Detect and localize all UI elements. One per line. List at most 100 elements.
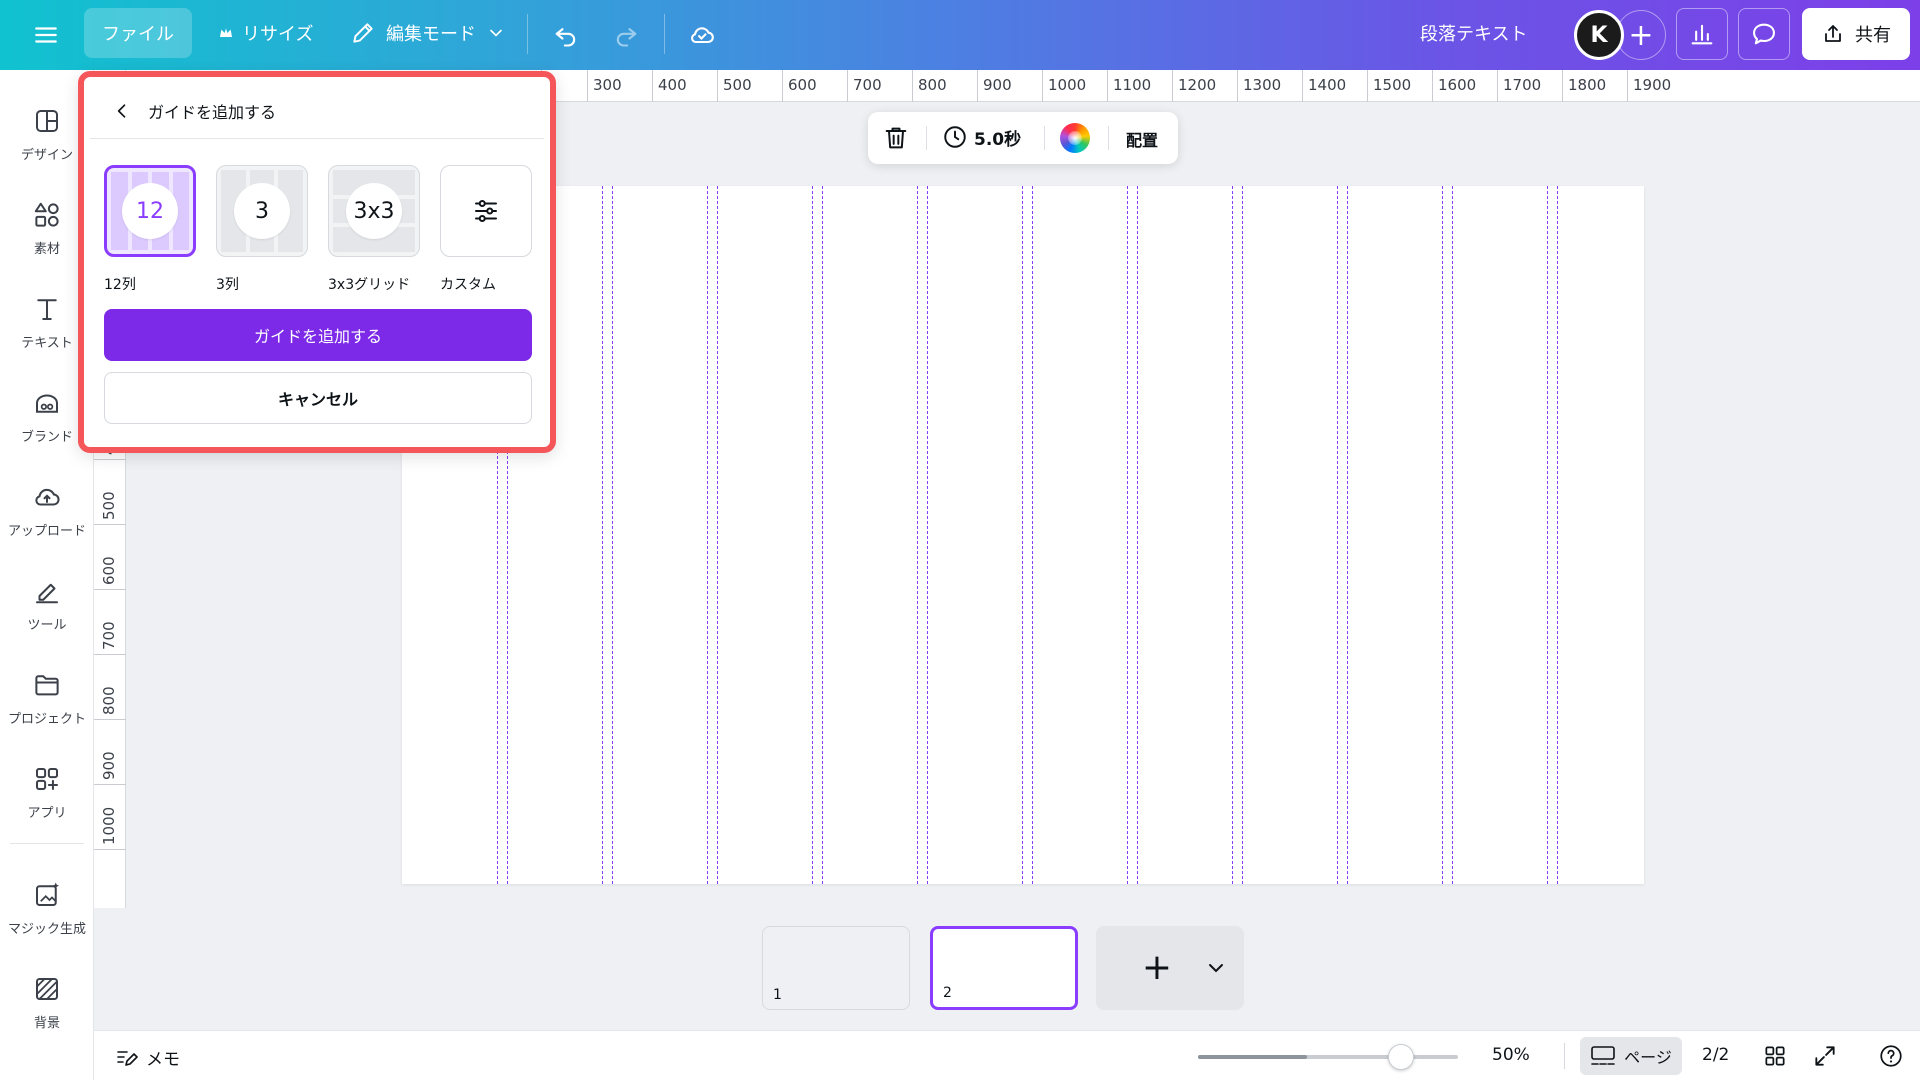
chevron-down-icon[interactable] [1204,956,1228,980]
ruler-tick-label: 1000 [1048,76,1087,94]
resize-button[interactable]: リサイズ [208,8,323,58]
comment-icon [1753,23,1775,45]
option-label: 3x3グリッド [328,277,411,293]
ruler-tick [1107,70,1108,102]
zoom-slider-handle[interactable] [1388,1044,1415,1070]
guide-option-3x3-grid[interactable]: 3x3 [328,165,420,257]
sidebar-divider [10,843,84,844]
column-guide-line [822,186,823,884]
ruler-tick [1497,70,1498,102]
arrange-button[interactable]: 配置 [1126,127,1158,151]
pencil-icon [353,23,373,43]
ruler-tick [1237,70,1238,102]
ruler-tick [1562,70,1563,102]
share-upload-icon [1825,25,1841,42]
column-guide-line [717,186,718,884]
sidebar-item-projects[interactable]: プロジェクト [0,662,94,742]
fullscreen-button[interactable] [1810,1041,1840,1071]
file-menu-button[interactable]: ファイル [84,8,192,58]
sidebar-item-background[interactable]: 背景 [0,966,94,1046]
undo-button[interactable] [545,14,587,56]
toolbar-divider [1108,126,1109,150]
folder-icon [35,675,59,696]
top-bar: ファイル リサイズ 編集モード 段落テキスト + K 共有 [0,0,1920,70]
column-guide-line [1242,186,1243,884]
bar-chart-icon [1691,24,1713,45]
ruler-tick-label: 700 [100,621,118,650]
help-button[interactable] [1876,1041,1906,1071]
cancel-button[interactable]: キャンセル [104,372,532,424]
avatar[interactable]: K [1574,10,1624,60]
sidebar-item-upload[interactable]: アップロード [0,474,94,554]
comments-button[interactable] [1738,8,1790,60]
column-guide-line [1137,186,1138,884]
menu-button[interactable] [28,17,64,53]
ruler-tick-label: 1500 [1373,76,1412,94]
ruler-tick-label: 800 [918,76,947,94]
ruler-tick [847,70,848,102]
zoom-level[interactable]: 50% [1492,1045,1530,1065]
column-guide-line [707,186,708,884]
grid-view-button[interactable] [1760,1041,1790,1071]
add-guides-button[interactable]: ガイドを追加する [104,309,532,361]
ruler-tick-label: 1100 [1113,76,1152,94]
duration-button[interactable]: 5.0秒 [942,124,1021,150]
trash-icon[interactable] [882,124,910,152]
cloud-save-button[interactable] [681,14,723,56]
ruler-tick-label: 1800 [1568,76,1607,94]
bottom-divider [1564,1043,1565,1069]
guide-option-12-columns[interactable]: 12 [104,165,196,257]
ruler-tick [652,70,653,102]
redo-button[interactable] [605,14,647,56]
ruler-tick-label: 1000 [100,806,118,845]
page-thumbnail-active[interactable]: 2 [930,926,1078,1010]
document-title[interactable]: 段落テキスト [1420,20,1527,46]
ruler-tick [94,524,126,525]
sidebar-item-apps[interactable]: アプリ [0,756,94,836]
column-guide-line [1347,186,1348,884]
design-icon [36,110,58,132]
color-picker-button[interactable] [1060,123,1090,153]
option-label: カスタム [440,277,496,293]
edit-mode-dropdown[interactable]: 編集モード [340,8,516,58]
redo-icon [616,28,637,47]
duration-label: 5.0秒 [974,129,1022,150]
ruler-tick-label: 600 [100,556,118,585]
magic-icon [36,882,59,906]
plus-icon: + [1628,17,1654,53]
ruler-tick [94,459,126,460]
design-page[interactable] [402,186,1644,884]
option-badge: 3x3 [346,183,402,239]
guide-option-custom[interactable] [440,165,532,257]
pages-view-button[interactable]: ページ [1580,1037,1682,1075]
sidebar-item-label: デザイン [20,148,73,163]
ruler-tick [912,70,913,102]
chevron-left-icon[interactable] [112,101,132,121]
share-button[interactable]: 共有 [1802,8,1910,60]
ruler-tick-label: 500 [100,491,118,520]
notes-button[interactable]: メモ [114,1045,180,1070]
panel-title: ガイドを追加する [148,103,277,122]
grid-icon [1765,1046,1785,1066]
undo-icon [555,28,576,47]
column-guide-line [602,186,603,884]
sidebar-item-tools[interactable]: ツール [0,568,94,648]
apps-icon [36,768,58,790]
ruler-tick-label: 700 [853,76,882,94]
sidebar-item-magic[interactable]: マジック生成 [0,872,94,952]
column-guide-line [1022,186,1023,884]
text-icon [37,299,57,320]
sidebar-item-label: アップロード [7,524,86,539]
option-label: 3列 [216,277,239,293]
page-number: 2 [943,985,952,1001]
edit-mode-label: 編集モード [386,24,476,45]
brand-icon [36,394,58,413]
page-thumbnail[interactable]: 1 [762,926,910,1010]
zoom-slider[interactable] [1198,1055,1458,1059]
page-context-toolbar: 5.0秒 配置 [868,112,1178,164]
hamburger-icon [35,27,57,43]
add-page-button[interactable]: + [1096,926,1244,1010]
guide-option-3-columns[interactable]: 3 [216,165,308,257]
insights-button[interactable] [1676,8,1728,60]
elements-icon [34,202,59,227]
